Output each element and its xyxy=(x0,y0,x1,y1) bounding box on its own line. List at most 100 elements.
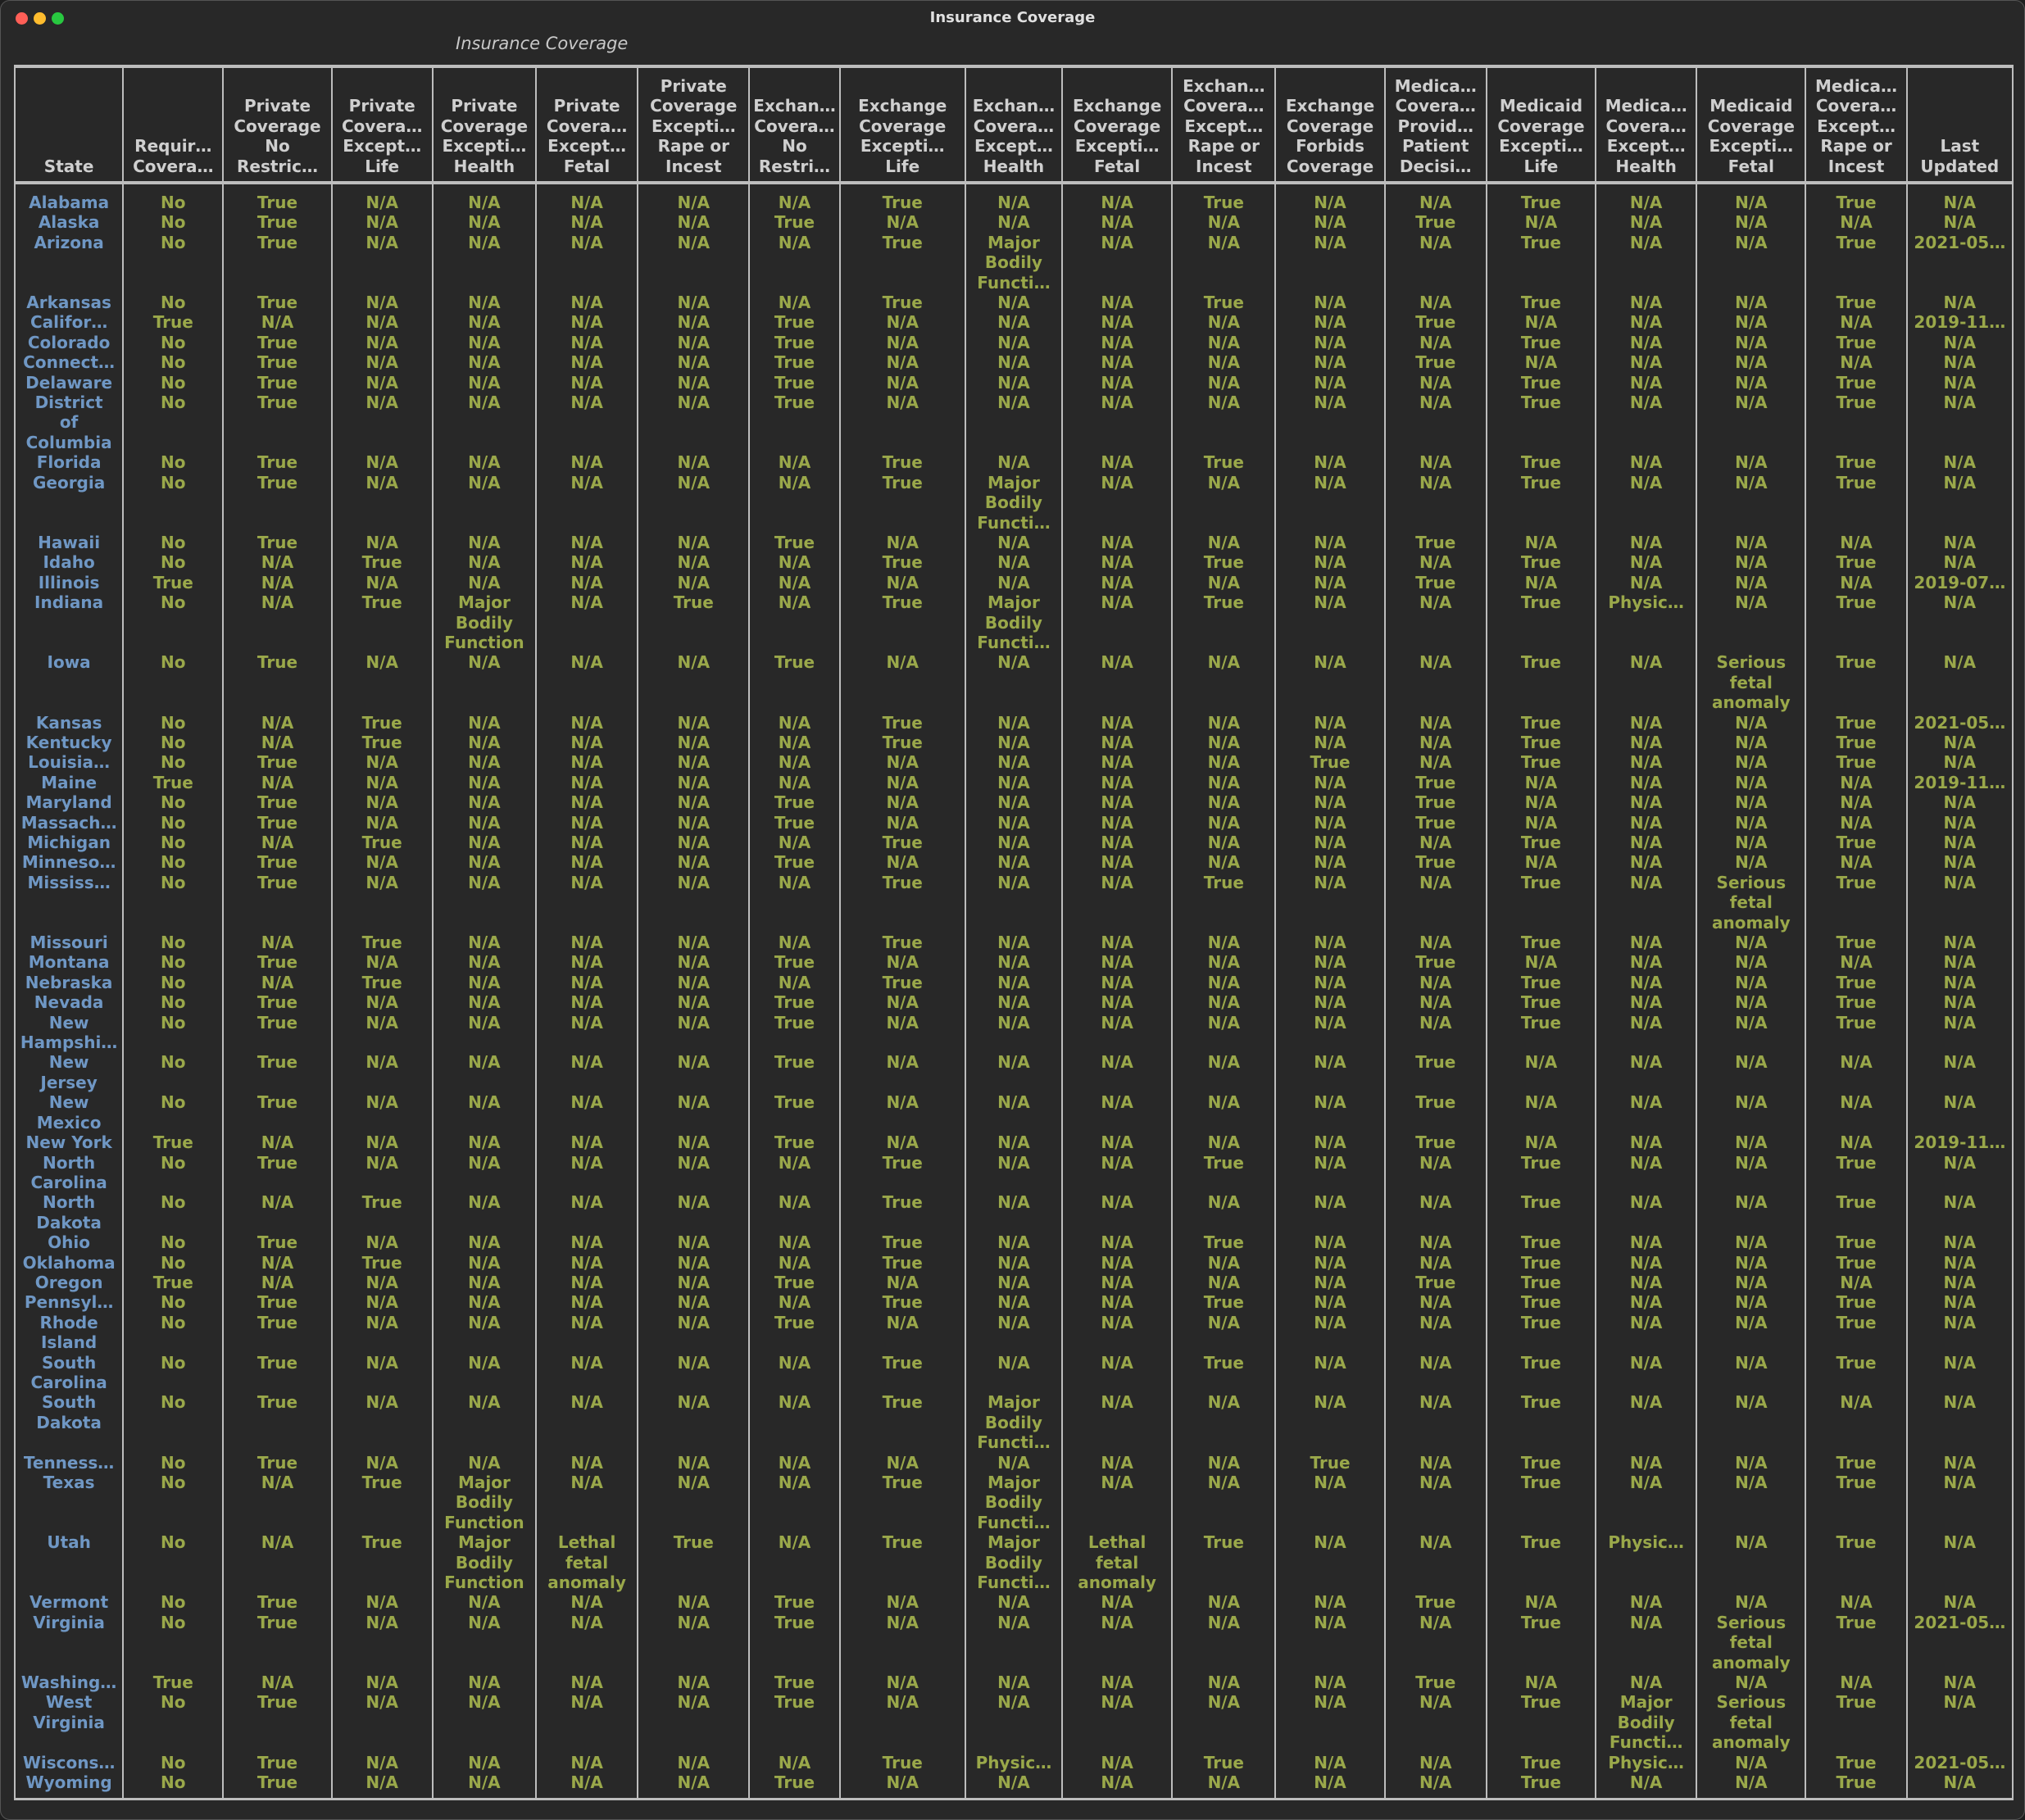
value-cell: True xyxy=(1485,752,1596,773)
column-header[interactable]: Private Coverage No Restric… xyxy=(222,66,332,183)
value-cell: True xyxy=(748,1092,840,1133)
value-cell: N/A xyxy=(1383,1692,1487,1753)
value-cell: N/A xyxy=(1383,232,1487,293)
value-cell: N/A xyxy=(330,1392,433,1453)
value-cell: True xyxy=(1805,712,1907,733)
value-cell: N/A xyxy=(330,1672,433,1693)
value-cell: N/A xyxy=(534,212,638,233)
value-cell: True xyxy=(222,452,332,473)
column-header[interactable]: State xyxy=(13,66,124,183)
value-cell: True xyxy=(1485,1192,1596,1233)
table-row: Oregon True N/A N/A N/A N/A N/A True N/A N/A N/A N/… xyxy=(13,1272,2014,1293)
state-cell: Connect… xyxy=(13,352,124,373)
value-cell: N/A xyxy=(1696,1473,1806,1533)
state-cell: Nevada xyxy=(13,992,124,1013)
value-cell: N/A xyxy=(1274,652,1385,713)
value-cell: N/A xyxy=(431,1692,536,1753)
value-cell: N/A xyxy=(431,1252,536,1273)
table-row: Utah No N/A True Major Bodily Function Lethal… xyxy=(13,1532,2014,1593)
table-row: Califor… True N/A N/A N/A N/A N/A True N/A N/A N/A… xyxy=(13,312,2014,333)
value-cell: N/A xyxy=(1383,1312,1487,1353)
value-cell: True xyxy=(748,1772,840,1799)
value-cell: N/A xyxy=(1696,472,1806,533)
table-row: Oklahoma No N/A True N/A N/A N/A N/A True N/A N/A N… xyxy=(13,1252,2014,1273)
value-cell: N/A xyxy=(1061,732,1173,753)
value-cell: N/A xyxy=(1171,1612,1276,1673)
column-header[interactable]: Last Updated xyxy=(1905,66,2014,183)
column-header[interactable]: Exchan… Covera… No Restri… xyxy=(748,66,840,183)
column-header[interactable]: Private Coverage Excepti… Health xyxy=(431,66,536,183)
column-header[interactable]: Medicaid Coverage Excepti… Fetal xyxy=(1696,66,1806,183)
column-header[interactable]: Private Covera… Except… Life xyxy=(330,66,433,183)
column-header[interactable]: Medica… Covera… Except… Health xyxy=(1595,66,1697,183)
value-cell: N/A xyxy=(1061,532,1173,553)
value-cell: True xyxy=(222,752,332,773)
value-cell: N/A xyxy=(1905,532,2014,553)
value-cell: N/A xyxy=(222,833,332,853)
value-cell: N/A xyxy=(748,732,840,753)
column-header[interactable]: Medica… Covera… Except… Rape or Incest xyxy=(1805,66,1907,183)
value-cell: True xyxy=(222,1452,332,1473)
value-cell: Major Bodily Functi… xyxy=(964,592,1063,653)
table-row: Michigan No N/A True N/A N/A N/A N/A True N/A N/A N… xyxy=(13,833,2014,853)
value-cell: N/A xyxy=(1171,352,1276,373)
value-cell: N/A xyxy=(637,812,750,833)
column-header[interactable]: Private Coverage Excepti… Rape or Incest xyxy=(637,66,750,183)
column-header[interactable]: Medicaid Coverage Excepti… Life xyxy=(1485,66,1596,183)
value-cell: True xyxy=(1485,472,1596,533)
value-cell: N/A xyxy=(1696,732,1806,753)
column-header[interactable]: Exchange Coverage Excepti… Fetal xyxy=(1061,66,1173,183)
value-cell: N/A xyxy=(534,393,638,453)
value-cell: N/A xyxy=(1274,972,1385,993)
value-cell: True xyxy=(1383,312,1487,333)
value-cell: True xyxy=(838,1752,965,1773)
state-cell: Georgia xyxy=(13,472,124,533)
value-cell: N/A xyxy=(1905,1692,2014,1753)
value-cell: N/A xyxy=(1905,372,2014,393)
column-header[interactable]: Exchan… Covera… Except… Health xyxy=(964,66,1063,183)
value-cell: True xyxy=(222,1052,332,1093)
value-cell: True xyxy=(222,992,332,1013)
value-cell: N/A xyxy=(1905,592,2014,653)
column-header[interactable]: Requir… Covera… xyxy=(122,66,224,183)
value-cell: N/A xyxy=(330,332,433,353)
value-cell: N/A xyxy=(431,1352,536,1393)
value-cell: No xyxy=(122,552,224,573)
value-cell: N/A xyxy=(1061,1672,1173,1693)
value-cell: N/A xyxy=(1485,572,1596,593)
value-cell: N/A xyxy=(222,732,332,753)
column-header[interactable]: Private Covera… Except… Fetal xyxy=(534,66,638,183)
value-cell: N/A xyxy=(964,972,1063,993)
value-cell: N/A xyxy=(431,872,536,933)
state-cell: Hawaii xyxy=(13,532,124,553)
value-cell: No xyxy=(122,452,224,473)
value-cell: N/A xyxy=(534,972,638,993)
value-cell: N/A xyxy=(534,1612,638,1673)
value-cell: N/A xyxy=(1696,1532,1806,1593)
state-cell: Oklahoma xyxy=(13,1252,124,1273)
value-cell: No xyxy=(122,992,224,1013)
value-cell: N/A xyxy=(1171,532,1276,553)
column-header[interactable]: Exchan… Covera… Except… Rape or Incest xyxy=(1171,66,1276,183)
value-cell: N/A xyxy=(1383,452,1487,473)
value-cell: N/A xyxy=(838,1312,965,1353)
coverage-table: State Requir… Covera… Private Coverage No … xyxy=(13,65,2014,1800)
value-cell: N/A xyxy=(1171,992,1276,1013)
value-cell: N/A xyxy=(1061,872,1173,933)
column-header[interactable]: Medica… Covera… Provid… Patient Decisi… xyxy=(1383,66,1487,183)
value-cell: N/A xyxy=(1383,872,1487,933)
value-cell: N/A xyxy=(1905,293,2014,313)
value-cell: N/A xyxy=(534,1473,638,1533)
value-cell: N/A xyxy=(1905,812,2014,833)
value-cell: N/A xyxy=(1061,1312,1173,1353)
value-cell: N/A xyxy=(838,1132,965,1153)
value-cell: N/A xyxy=(1805,1592,1907,1613)
column-header[interactable]: Exchange Coverage Excepti… Life xyxy=(838,66,965,183)
value-cell: True xyxy=(330,552,433,573)
column-header[interactable]: Exchange Coverage Forbids Coverage xyxy=(1274,66,1385,183)
value-cell: N/A xyxy=(1696,1012,1806,1053)
value-cell: N/A xyxy=(1905,1012,2014,1053)
value-cell: True xyxy=(1805,1252,1907,1273)
value-cell: N/A xyxy=(964,652,1063,713)
value-cell: True xyxy=(222,1312,332,1353)
